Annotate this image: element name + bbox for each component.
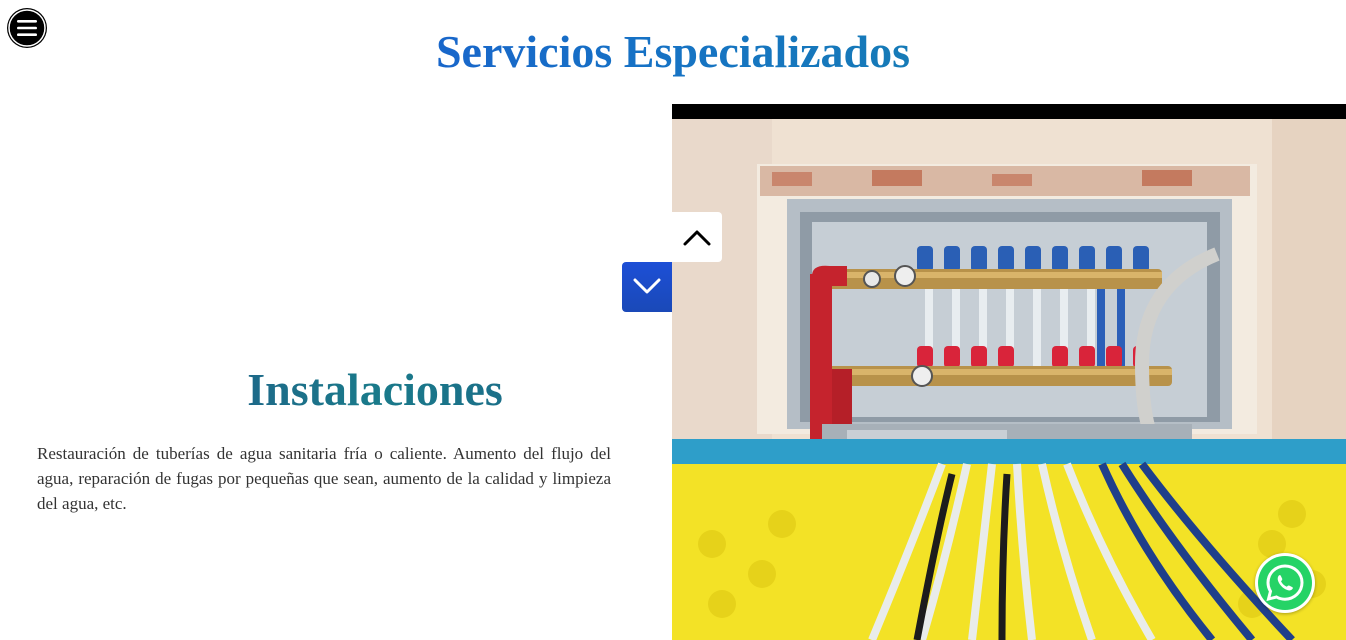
service-text-panel: Instalaciones Restauración de tuberías d…: [0, 104, 672, 640]
section-heading: Instalaciones: [0, 362, 750, 418]
section-description: Restauración de tuberías de agua sanitar…: [37, 444, 611, 513]
chevron-down-icon: [633, 278, 661, 294]
chevron-up-icon: [683, 230, 711, 246]
service-photo: [672, 104, 1346, 640]
page-title: Servicios Especializados: [0, 22, 1346, 82]
whatsapp-icon: [1258, 556, 1312, 610]
whatsapp-button[interactable]: [1255, 553, 1315, 613]
page: Servicios Especializados Instalaciones R…: [0, 0, 1346, 640]
slide-down-button[interactable]: [622, 262, 672, 312]
plumbing-manifold-image: [672, 104, 1346, 640]
slide-up-button[interactable]: [672, 212, 722, 262]
